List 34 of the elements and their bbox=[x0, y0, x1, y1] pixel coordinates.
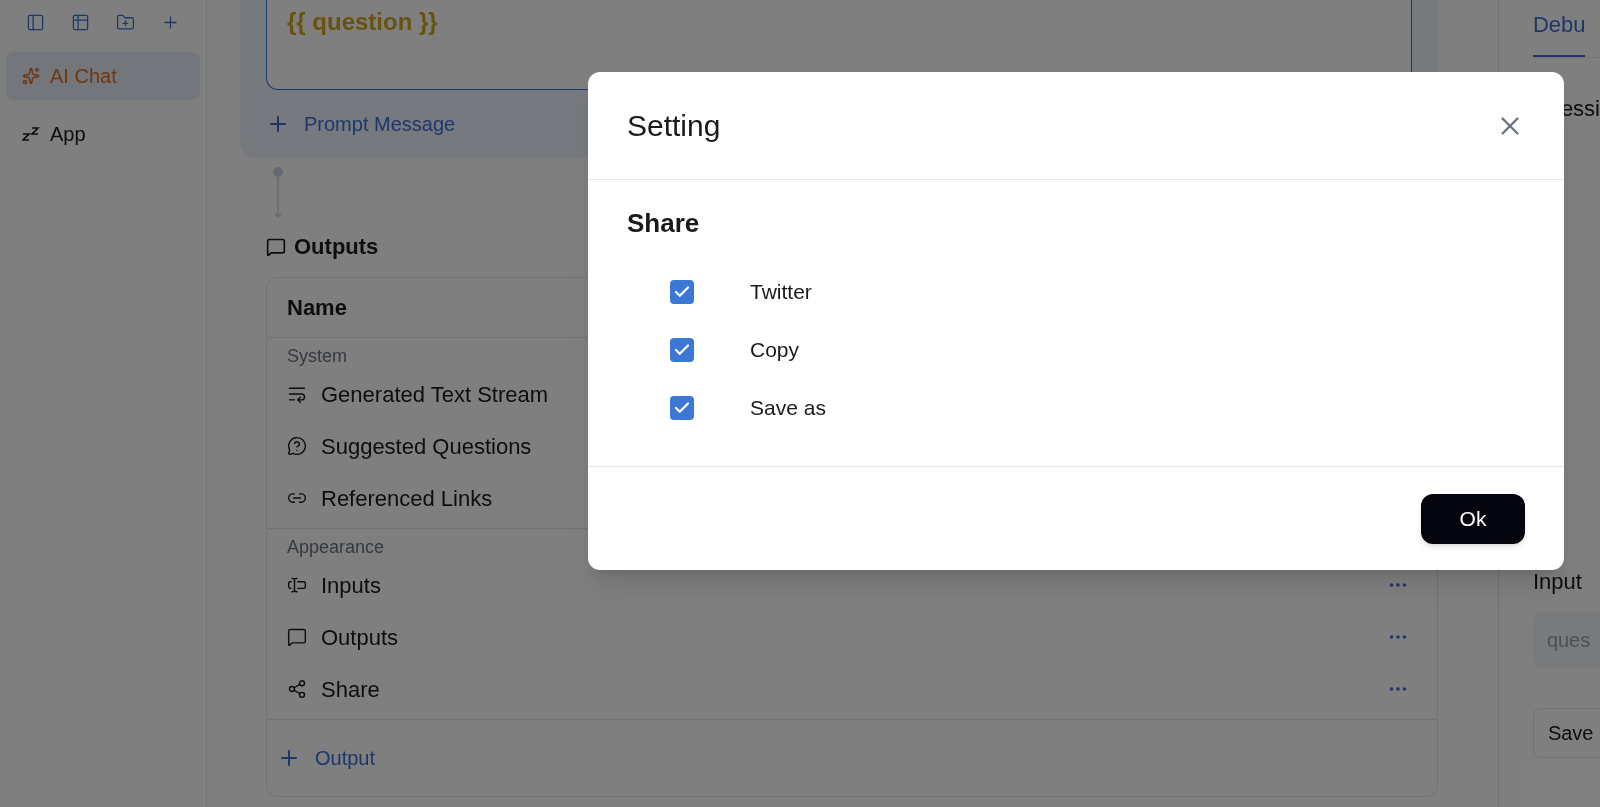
output-name: Outputs bbox=[321, 623, 399, 652]
text-cursor-icon bbox=[287, 575, 307, 595]
outputs-title: Outputs bbox=[294, 233, 379, 261]
share-icon bbox=[287, 679, 307, 699]
option-label: Copy bbox=[750, 337, 800, 364]
add-prompt-message-button[interactable]: Prompt Message bbox=[266, 98, 456, 150]
checkbox[interactable] bbox=[670, 396, 694, 420]
sparkle-icon bbox=[22, 67, 40, 85]
option-label: Save as bbox=[750, 395, 826, 422]
checkbox[interactable] bbox=[670, 280, 694, 304]
section-title: Share bbox=[627, 208, 700, 238]
output-name: Referenced Links bbox=[321, 484, 493, 513]
chat-bubble-icon bbox=[287, 627, 307, 647]
output-name: Suggested Questions bbox=[321, 432, 532, 461]
group-label: Appearance bbox=[287, 535, 385, 559]
sidebar-item[interactable]: App bbox=[6, 110, 200, 158]
sleep-icon bbox=[22, 126, 40, 142]
save-button[interactable]: Save bbox=[1532, 708, 1600, 758]
debug-tab[interactable]: Debu bbox=[1532, 8, 1586, 57]
add-output-button[interactable]: Output bbox=[267, 720, 1437, 796]
output-name: Inputs bbox=[321, 571, 381, 600]
dialog-title: Setting bbox=[627, 108, 721, 144]
output-name: Share bbox=[321, 675, 380, 704]
option-label: Twitter bbox=[750, 279, 812, 306]
input-heading: Input bbox=[1532, 568, 1583, 596]
checkbox[interactable] bbox=[670, 338, 694, 362]
output-name: Generated Text Stream bbox=[321, 380, 549, 409]
ok-button[interactable]: Ok bbox=[1421, 493, 1525, 544]
sidebar-item[interactable]: AI Chat bbox=[6, 52, 200, 100]
chat-bubble-icon bbox=[266, 236, 286, 257]
column-header: Name bbox=[287, 294, 347, 322]
group-label: System bbox=[287, 344, 347, 368]
text-stream-icon bbox=[287, 384, 307, 404]
question-bubble-icon bbox=[287, 436, 307, 456]
